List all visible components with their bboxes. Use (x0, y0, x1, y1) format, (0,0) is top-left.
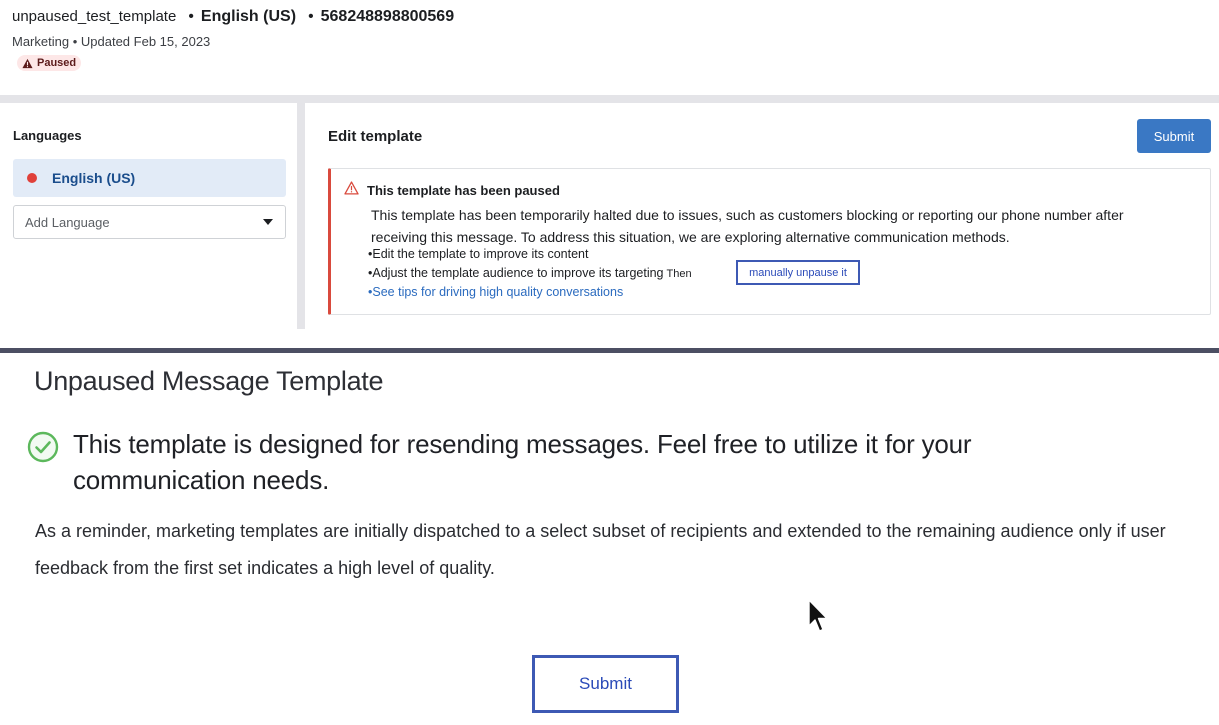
section-divider (0, 348, 1219, 353)
manually-unpause-link[interactable]: manually unpause it (736, 260, 860, 285)
add-language-placeholder: Add Language (25, 214, 110, 230)
languages-sidebar: Languages English (US) Add Language (0, 103, 297, 329)
template-category: Marketing (12, 34, 70, 49)
status-badge: Paused (17, 55, 82, 71)
title-separator: • (308, 8, 314, 25)
alert-bullet-audience: •Adjust the template audience to improve… (368, 266, 692, 280)
title-separator: • (188, 8, 194, 25)
edit-template-title: Edit template (328, 128, 423, 145)
template-title-line: unpaused_test_template • English (US) • … (12, 8, 454, 26)
alert-body: This template has been temporarily halte… (371, 207, 1124, 245)
languages-title: Languages (13, 128, 82, 143)
warning-icon (344, 181, 359, 195)
template-id: 568248898800569 (320, 8, 455, 25)
language-label: English (US) (52, 170, 136, 186)
header-divider (0, 95, 1219, 103)
confirmation-title: Unpaused Message Template (34, 366, 384, 396)
confirmation-reminder: As a reminder, marketing templates are i… (35, 521, 1166, 578)
meta-separator: • (72, 34, 78, 49)
template-language: English (US) (200, 8, 297, 25)
alert-bullet-audience-text: •Adjust the template audience to improve… (368, 266, 664, 280)
caret-down-icon (263, 219, 273, 225)
edit-template-panel: Edit template Submit This template has b… (305, 103, 1219, 329)
status-dot-icon (27, 173, 37, 183)
template-name: unpaused_test_template (12, 8, 177, 25)
template-header: unpaused_test_template • English (US) • … (0, 0, 1219, 95)
alert-bullet-edit: •Edit the template to improve its conten… (368, 247, 589, 261)
confirmation-headline: This template is designed for resending … (73, 429, 972, 495)
alert-title: This template has been paused (367, 183, 560, 198)
warning-icon (22, 58, 33, 68)
status-badge-label: Paused (37, 57, 77, 69)
updated-date: Feb 15, 2023 (133, 34, 211, 49)
add-language-dropdown[interactable]: Add Language (13, 205, 286, 239)
column-divider (297, 103, 305, 329)
template-meta: Marketing • Updated Feb 15, 2023 (12, 34, 210, 49)
mouse-cursor-icon (808, 599, 828, 632)
tips-link[interactable]: •See tips for driving high quality conve… (368, 285, 623, 299)
updated-label: Updated (80, 34, 131, 49)
confirmation-submit-button[interactable]: Submit (532, 655, 679, 713)
paused-alert: This template has been paused This templ… (328, 168, 1211, 315)
then-text: Then (666, 268, 692, 280)
check-circle-icon (27, 431, 59, 463)
sidebar-item-english-us[interactable]: English (US) (13, 159, 286, 197)
submit-button[interactable]: Submit (1137, 119, 1211, 153)
